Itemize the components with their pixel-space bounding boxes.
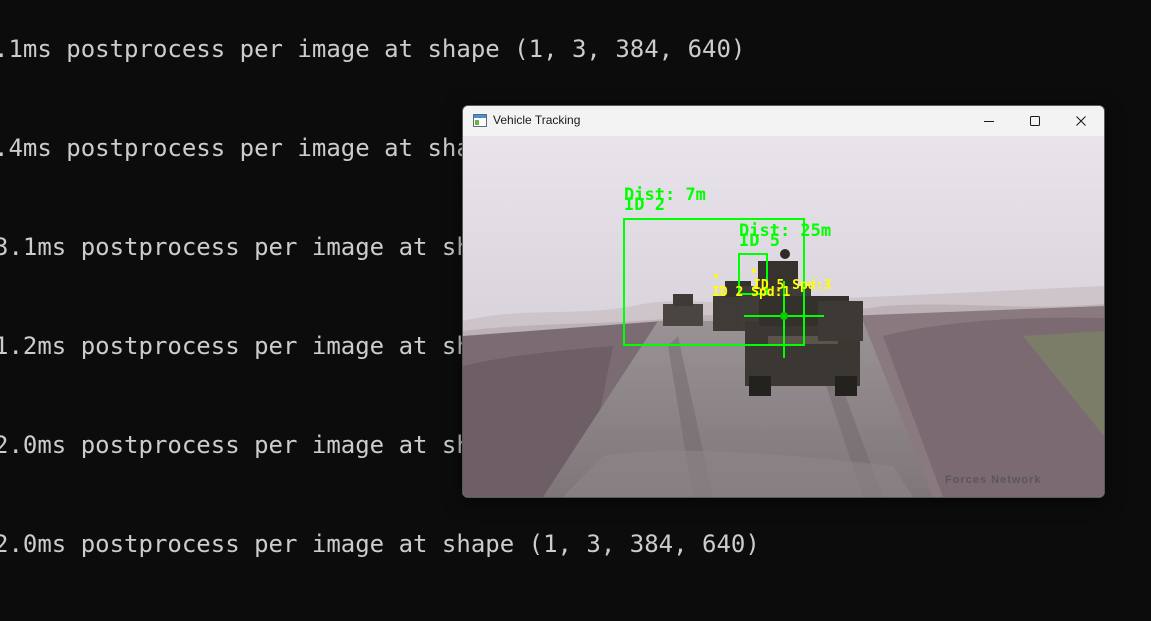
maximize-button[interactable] [1012,106,1058,136]
video-frame: Forces Network Dist: 7m ID 2 Dist: 25m I… [463,136,1104,497]
video-watermark: Forces Network [945,474,1042,486]
close-button[interactable] [1058,106,1104,136]
tracking-point [752,269,756,273]
maximize-icon [1030,116,1040,126]
tank-right [818,301,863,341]
minimize-button[interactable] [966,106,1012,136]
vehicle-tracking-window[interactable]: Vehicle Tracking Forces Network Dist: 7m… [462,105,1105,498]
detection-id-label: ID 2 [624,195,665,215]
terminal-line: 2.0ms postprocess per image at shape (1,… [0,530,760,558]
close-icon [1076,116,1086,126]
tracking-point [714,274,718,278]
detection-id-label: ID 5 [739,231,780,251]
minimize-icon [984,121,994,122]
window-titlebar[interactable]: Vehicle Tracking [463,106,1104,136]
terminal-line: .1ms postprocess per image at shape (1, … [0,35,746,63]
window-title: Vehicle Tracking [493,113,581,127]
detection-speed-label: ID 5 Spd:3 [753,278,831,293]
app-window-icon [473,114,487,127]
